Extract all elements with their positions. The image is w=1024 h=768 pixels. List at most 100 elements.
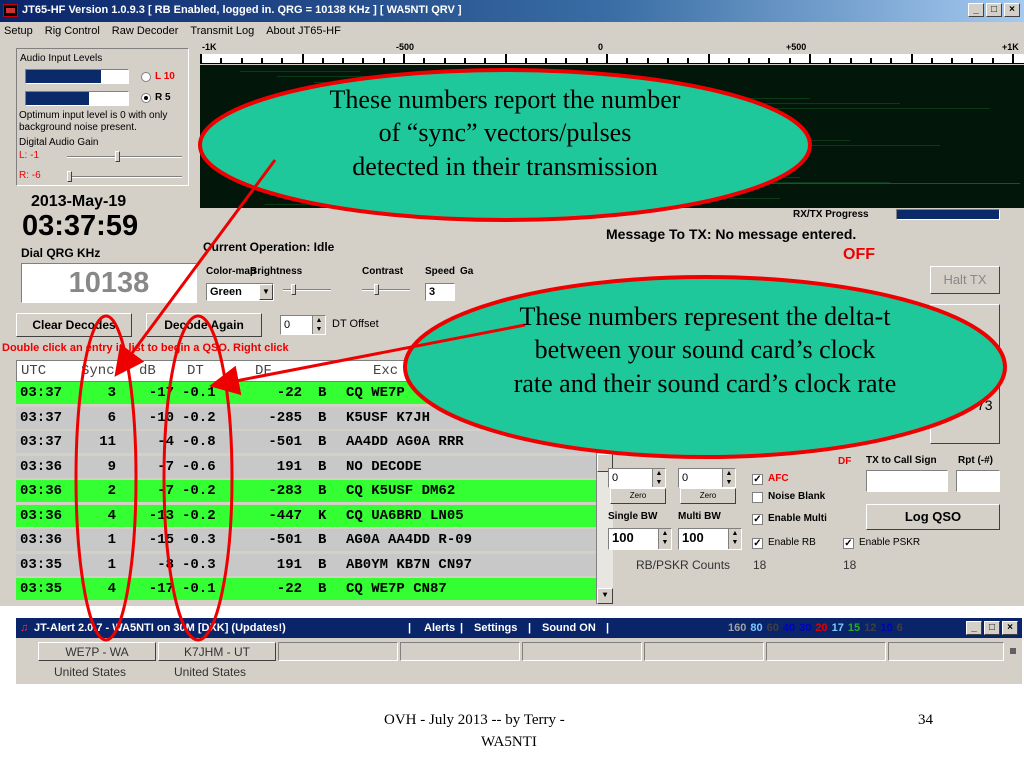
spin-b-arrows-icon[interactable]: ▲ ▼ <box>722 469 735 487</box>
multi-bw-arrows-icon[interactable]: ▲ ▼ <box>728 529 741 549</box>
halt-tx-button[interactable]: Halt TX <box>930 266 1000 294</box>
ruler-tick <box>829 58 832 63</box>
ruler-tick <box>463 58 466 63</box>
ruler-tick <box>869 58 872 63</box>
brightness-slider[interactable] <box>283 284 331 295</box>
callsign-cell-empty[interactable] <box>888 642 1004 661</box>
noise-blank-checkbox[interactable] <box>752 492 763 503</box>
band-indicator[interactable]: 40 <box>783 622 795 634</box>
multi-bw-spinner[interactable]: 100 ▲ ▼ <box>678 528 742 550</box>
jtalert-maximize-button[interactable]: □ <box>984 621 1000 635</box>
sync-callout-line: detected in their transmission <box>352 151 658 181</box>
jtalert-menu-sound[interactable]: Sound ON <box>542 618 596 638</box>
band-indicator[interactable]: 80 <box>750 622 762 634</box>
grip-icon <box>1010 648 1016 654</box>
close-button[interactable]: × <box>1004 3 1020 17</box>
band-indicator[interactable]: 30 <box>799 622 811 634</box>
decode-row[interactable]: 03:36 1 -15 -0.3 -501 B AG0A AA4DD R-09 <box>16 529 596 551</box>
band-indicator[interactable]: 17 <box>832 622 844 634</box>
decode-row[interactable]: 03:36 2 -7 -0.2 -283 B CQ K5USF DM62 <box>16 480 596 502</box>
clear-decodes-button[interactable]: Clear Decodes <box>16 313 132 337</box>
menu-transmit-log[interactable]: Transmit Log <box>190 22 254 40</box>
dt-offset-spinner[interactable]: 0 ▲ ▼ <box>280 315 326 335</box>
row-exchange: AB0YM KB7N CN97 <box>346 556 473 573</box>
band-indicator[interactable]: 60 <box>767 622 779 634</box>
dial-qrg-field[interactable]: 10138 <box>21 263 197 303</box>
row-dt: -0.2 <box>182 409 216 426</box>
decode-row[interactable]: 03:36 4 -13 -0.2 -447 K CQ UA6BRD LN05 <box>16 504 596 527</box>
left-channel-radio[interactable] <box>141 72 151 82</box>
ruler-tick <box>971 58 974 63</box>
enable-multi-checkbox[interactable]: ✓ <box>752 514 763 525</box>
decode-again-button[interactable]: Decode Again <box>146 313 262 337</box>
zero-button-a[interactable]: Zero <box>610 488 666 504</box>
decode-row[interactable]: 03:37 11 -4 -0.8 -501 B AA4DD AG0A RRR <box>16 431 596 453</box>
callsign-cell-empty[interactable] <box>766 642 886 661</box>
callsign-cell-empty[interactable] <box>522 642 642 661</box>
colormap-select[interactable]: Green ▼ <box>206 283 274 301</box>
gain-right-slider[interactable] <box>67 171 182 182</box>
row-db: -8 <box>157 556 174 573</box>
row-sync: 6 <box>107 409 116 426</box>
title-bar: JT65-HF Version 1.0.9.3 [ RB Enabled, lo… <box>0 0 1024 22</box>
band-indicator[interactable]: 10 <box>880 622 892 634</box>
band-indicator[interactable]: 20 <box>815 622 827 634</box>
row-mode: B <box>318 581 327 597</box>
spin-a-arrows-icon[interactable]: ▲ ▼ <box>652 469 665 487</box>
jtalert-menu-alerts[interactable]: Alerts <box>424 618 455 638</box>
single-bw-spinner[interactable]: 100 ▲ ▼ <box>608 528 672 550</box>
jtalert-close-button[interactable]: × <box>1002 621 1018 635</box>
menu-about[interactable]: About JT65-HF <box>266 22 341 40</box>
menu-setup[interactable]: Setup <box>4 22 33 40</box>
waterfall-trace <box>491 192 690 194</box>
callsign-cell-empty[interactable] <box>400 642 520 661</box>
callsign-cell-empty[interactable] <box>644 642 764 661</box>
single-bw-arrows-icon[interactable]: ▲ ▼ <box>658 529 671 549</box>
scroll-down-icon[interactable]: ▼ <box>597 588 613 604</box>
decode-row[interactable]: 03:36 9 -7 -0.6 191 B NO DECODE <box>16 455 596 478</box>
band-indicator[interactable]: 6 <box>897 622 903 634</box>
brightness-label: Brightness <box>250 266 303 277</box>
decode-row[interactable]: 03:35 4 -17 -0.1 -22 B CQ WE7P CN87 <box>16 578 596 600</box>
row-sync: 11 <box>99 434 116 450</box>
enable-rb-checkbox[interactable]: ✓ <box>752 538 763 549</box>
band-indicator[interactable]: 160 <box>728 622 746 634</box>
log-qso-button[interactable]: Log QSO <box>866 504 1000 530</box>
decode-row[interactable]: 03:35 1 -8 -0.3 191 B AB0YM KB7N CN97 <box>16 553 596 576</box>
minimize-button[interactable]: _ <box>968 3 984 17</box>
jtalert-menu-settings[interactable]: Settings <box>474 618 517 638</box>
gain-left-slider[interactable] <box>67 151 182 162</box>
menu-raw-decoder[interactable]: Raw Decoder <box>112 22 179 40</box>
message-to-tx: Message To TX: No message entered. <box>606 226 857 242</box>
row-dt: -0.6 <box>182 458 216 475</box>
band-indicator[interactable]: 12 <box>864 622 876 634</box>
callsign-cell[interactable]: WE7P - WA <box>38 642 156 661</box>
ruler-tick <box>748 58 751 63</box>
speed-field[interactable]: 3 <box>425 283 455 301</box>
band-indicator[interactable]: 15 <box>848 622 860 634</box>
jtalert-minimize-button[interactable]: _ <box>966 621 982 635</box>
ruler-tick <box>403 54 405 63</box>
country-label: United States <box>174 665 247 679</box>
zero-button-b[interactable]: Zero <box>680 488 736 504</box>
title-separator: | <box>460 622 464 634</box>
enable-pskr-checkbox[interactable]: ✓ <box>843 538 854 549</box>
ruler-tick <box>220 58 223 63</box>
chevron-down-icon[interactable]: ▼ <box>259 284 273 300</box>
row-df: -283 <box>268 483 302 499</box>
callsign-cell[interactable]: K7JHM - UT <box>158 642 276 661</box>
decode-row[interactable]: 03:37 6 -10 -0.2 -285 B K5USF K7JH <box>16 406 596 429</box>
right-channel-radio[interactable] <box>141 93 151 103</box>
maximize-button[interactable]: □ <box>986 3 1002 17</box>
df-spinner-a[interactable]: 0 ▲ ▼ <box>608 468 666 488</box>
afc-checkbox[interactable]: ✓ <box>752 474 763 485</box>
contrast-slider[interactable] <box>362 284 410 295</box>
rpt-input[interactable] <box>956 470 1000 492</box>
spin-arrows-icon[interactable]: ▲ ▼ <box>312 316 325 334</box>
row-utc: 03:36 <box>20 532 63 548</box>
df-spinner-b[interactable]: 0 ▲ ▼ <box>678 468 736 488</box>
row-dt: -0.8 <box>182 434 216 450</box>
callsign-cell-empty[interactable] <box>278 642 398 661</box>
menu-rig-control[interactable]: Rig Control <box>45 22 100 40</box>
tx-call-input[interactable] <box>866 470 948 492</box>
